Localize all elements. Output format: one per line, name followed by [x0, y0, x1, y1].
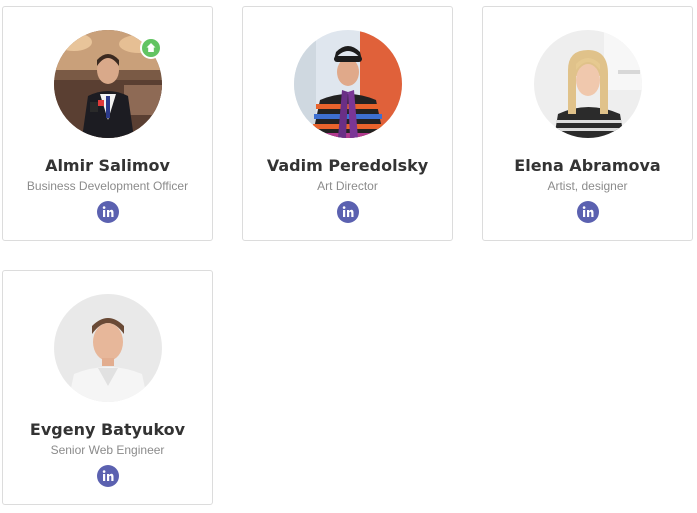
linkedin-button[interactable] — [337, 201, 359, 223]
linkedin-button[interactable] — [577, 201, 599, 223]
linkedin-icon — [102, 470, 114, 481]
member-name: Evgeny Batyukov — [29, 420, 186, 439]
member-role: Art Director — [317, 179, 378, 193]
team-member-card: Almir Salimov Business Development Offic… — [2, 6, 213, 241]
member-name: Almir Salimov — [45, 156, 170, 175]
promote-badge[interactable] — [140, 37, 162, 59]
linkedin-button[interactable] — [97, 201, 119, 223]
member-name: Elena Abramova — [514, 156, 661, 175]
linkedin-icon — [342, 206, 354, 217]
team-member-card: Elena Abramova Artist, designer — [482, 6, 693, 241]
team-member-card: Vadim Peredolsky Art Director — [242, 6, 453, 241]
arrow-up-icon — [146, 43, 156, 52]
member-name: Vadim Peredolsky — [266, 156, 429, 175]
member-role: Senior Web Engineer — [50, 443, 165, 457]
member-role: Business Development Officer — [26, 179, 189, 193]
linkedin-icon — [582, 206, 594, 217]
member-role: Artist, designer — [547, 179, 628, 193]
team-member-card: Evgeny Batyukov Senior Web Engineer — [2, 270, 213, 505]
linkedin-icon — [102, 206, 114, 217]
avatar — [534, 30, 642, 138]
avatar — [294, 30, 402, 138]
avatar — [54, 294, 162, 402]
linkedin-button[interactable] — [97, 465, 119, 487]
